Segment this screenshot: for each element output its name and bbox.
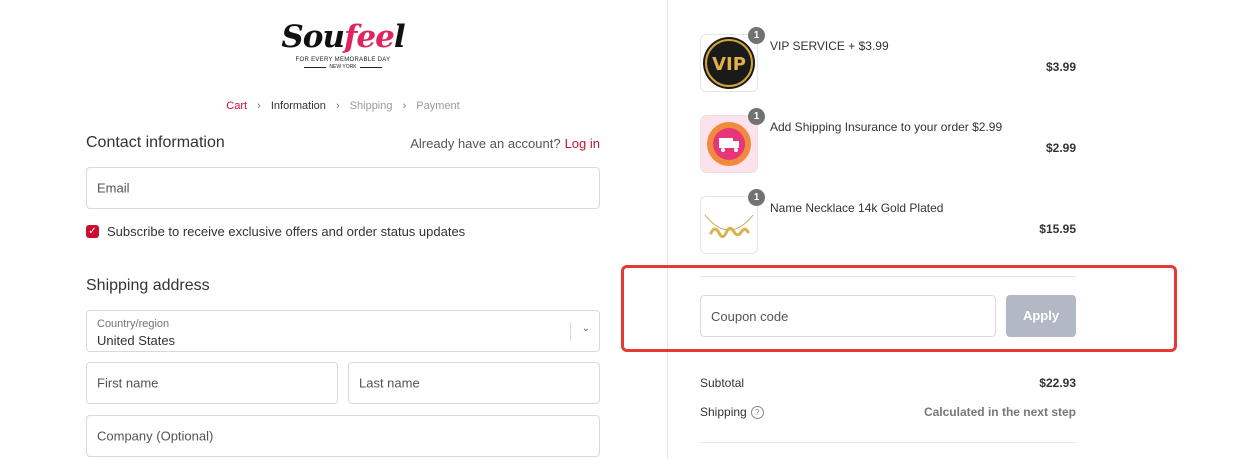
subtotal-value: $22.93 xyxy=(1039,376,1076,390)
item-name: Add Shipping Insurance to your order $2.… xyxy=(770,120,1003,134)
cart-item: 1 Add Shipping Insurance to your order $… xyxy=(700,108,1076,175)
shipping-row: Shipping? Calculated in the next step xyxy=(700,405,1076,420)
item-thumbnail: VIP 1 xyxy=(700,27,765,92)
coupon-code-input[interactable]: Coupon code xyxy=(700,295,996,337)
shipping-insurance-icon xyxy=(701,116,757,172)
logo-location: NEW YORK xyxy=(329,64,357,70)
shipping-value: Calculated in the next step xyxy=(923,405,1076,419)
summary-bottom-divider xyxy=(700,442,1076,443)
breadcrumb: Cart › Information › Shipping › Payment xyxy=(0,100,686,112)
account-prompt: Already have an account? Log in xyxy=(410,136,600,151)
chevron-right-icon: › xyxy=(257,100,261,112)
item-price: $3.99 xyxy=(1045,60,1076,74)
quantity-badge: 1 xyxy=(748,27,765,44)
subtotal-row: Subtotal $22.93 xyxy=(700,376,1076,390)
subscribe-row: ✓ Subscribe to receive exclusive offers … xyxy=(86,224,465,239)
chevron-right-icon: › xyxy=(335,100,340,112)
brand-logo[interactable]: Soufeel FOR EVERY MEMORABLE DAY NEW YORK xyxy=(280,20,406,70)
apply-coupon-button[interactable]: Apply xyxy=(1006,295,1076,337)
quantity-badge: 1 xyxy=(748,189,765,206)
quantity-badge: 1 xyxy=(748,108,765,125)
country-select[interactable]: Country/region United States ⌄ xyxy=(86,310,600,352)
subtotal-label: Subtotal xyxy=(700,376,745,390)
help-icon[interactable]: ? xyxy=(750,406,764,420)
cart-item: VIP 1 VIP SERVICE + $3.99 $3.99 xyxy=(700,27,1076,94)
item-name: Name Necklace 14k Gold Plated xyxy=(770,201,944,215)
item-price: $15.95 xyxy=(1039,222,1076,236)
chevron-right-icon: › xyxy=(402,100,407,112)
breadcrumb-shipping: Shipping xyxy=(349,100,393,112)
item-thumbnail: 1 xyxy=(700,108,765,173)
breadcrumb-information: Information xyxy=(270,100,326,112)
logo-wordmark: Soufeel xyxy=(281,19,405,55)
last-name-field[interactable]: Last name xyxy=(348,362,600,404)
shipping-label: Shipping xyxy=(700,405,747,419)
svg-text:VIP: VIP xyxy=(712,54,746,75)
cart-item: 1 Name Necklace 14k Gold Plated $15.95 xyxy=(700,189,1076,256)
vip-badge-icon: VIP xyxy=(703,37,755,89)
login-link[interactable]: Log in xyxy=(565,136,600,151)
email-field[interactable]: Email xyxy=(86,167,600,209)
chevron-down-icon: ⌄ xyxy=(581,323,590,334)
checkout-form-column: Soufeel FOR EVERY MEMORABLE DAY NEW YORK… xyxy=(0,0,667,459)
necklace-icon xyxy=(704,214,754,238)
item-price: $2.99 xyxy=(1045,141,1076,155)
item-thumbnail: 1 xyxy=(700,189,765,254)
shipping-address-title: Shipping address xyxy=(86,277,210,294)
item-name: VIP SERVICE + $3.99 xyxy=(770,39,889,53)
order-summary-column: VIP 1 VIP SERVICE + $3.99 $3.99 1 Add Sh… xyxy=(621,0,1242,459)
subscribe-label: Subscribe to receive exclusive offers an… xyxy=(107,224,466,239)
subscribe-checkbox[interactable]: ✓ xyxy=(86,225,99,238)
contact-info-title: Contact information xyxy=(86,134,225,151)
company-field[interactable]: Company (Optional) xyxy=(86,415,600,457)
logo-tagline: FOR EVERY MEMORABLE DAY xyxy=(295,57,391,63)
first-name-field[interactable]: First name xyxy=(86,362,338,404)
breadcrumb-cart[interactable]: Cart xyxy=(226,100,247,112)
breadcrumb-payment: Payment xyxy=(416,100,460,112)
